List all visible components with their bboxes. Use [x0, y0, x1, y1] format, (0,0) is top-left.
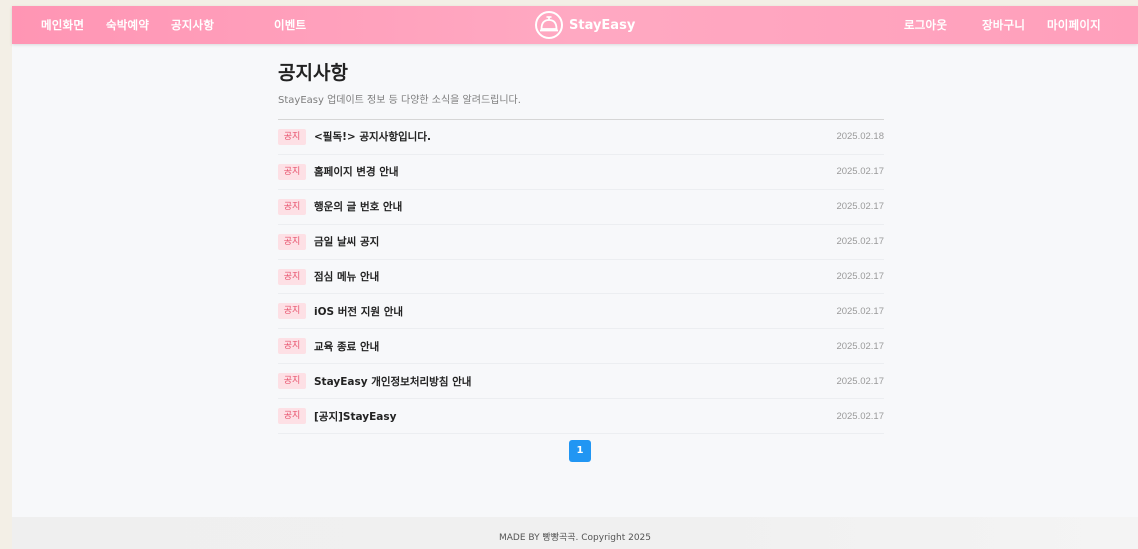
notice-date: 2025.02.17 — [836, 201, 884, 213]
notice-title[interactable]: <필독!> 공지사항입니다. — [314, 129, 431, 144]
notice-row[interactable]: 공지 StayEasy 개인정보처리방침 안내 2025.02.17 — [278, 364, 884, 400]
notice-title[interactable]: 금일 날씨 공지 — [314, 234, 379, 249]
nav-link-cart[interactable]: 장바구니 — [982, 17, 1025, 33]
notice-date: 2025.02.17 — [836, 375, 884, 387]
notice-row[interactable]: 공지 홈페이지 변경 안내 2025.02.17 — [278, 155, 884, 190]
notice-badge: 공지 — [278, 408, 306, 425]
notice-title[interactable]: StayEasy 개인정보처리방침 안내 — [314, 374, 471, 389]
notice-title[interactable]: [공지]StayEasy — [314, 409, 396, 424]
nav-link-reservation[interactable]: 숙박예약 — [106, 17, 149, 33]
notice-row[interactable]: 공지 iOS 버전 지원 안내 2025.02.17 — [278, 294, 884, 330]
notice-date: 2025.02.18 — [836, 131, 884, 143]
notice-badge: 공지 — [278, 373, 306, 390]
notice-title[interactable]: 점심 메뉴 안내 — [314, 269, 379, 284]
notice-title[interactable]: 홈페이지 변경 안내 — [314, 164, 399, 179]
nav-link-event[interactable]: 이벤트 — [274, 17, 306, 33]
notice-badge: 공지 — [278, 338, 306, 355]
page-title: 공지사항 — [278, 62, 348, 84]
notice-section: 공지사항 StayEasy 업데이트 정보 등 다양한 소식을 알려드립니다. … — [278, 58, 884, 435]
logo[interactable]: StayEasy — [533, 8, 635, 42]
notice-date: 2025.02.17 — [836, 166, 884, 178]
notice-badge: 공지 — [278, 128, 306, 145]
notice-badge: 공지 — [278, 303, 306, 320]
footer-text: MADE BY 빵빵곡곡. Copyright 2025 — [498, 533, 652, 543]
page-frame: 메인화면 숙박예약 공지사항 이벤트 StayEasy 로그아웃 장바구니 마이… — [12, 6, 1138, 549]
nav-link-logout[interactable]: 로그아웃 — [904, 17, 947, 33]
notice-date: 2025.02.17 — [836, 271, 884, 282]
pagination-page-1-button[interactable]: 1 — [569, 440, 591, 462]
page-description: StayEasy 업데이트 정보 등 다양한 소식을 알려드립니다. — [278, 95, 521, 106]
notice-row[interactable]: 공지 행운의 글 번호 안내 2025.02.17 — [278, 190, 884, 225]
notice-row[interactable]: 공지 금일 날씨 공지 2025.02.17 — [278, 225, 884, 260]
notice-badge: 공지 — [278, 233, 306, 250]
logo-text: StayEasy — [569, 17, 636, 33]
notice-row[interactable]: 공지 [공지]StayEasy 2025.02.17 — [278, 399, 884, 435]
notice-row[interactable]: 공지 <필독!> 공지사항입니다. 2025.02.18 — [278, 120, 884, 155]
notice-badge: 공지 — [278, 268, 306, 285]
nav-link-notice[interactable]: 공지사항 — [171, 17, 214, 33]
notice-title[interactable]: 교육 종료 안내 — [314, 339, 379, 354]
notice-badge: 공지 — [278, 163, 306, 180]
notice-list: 공지 <필독!> 공지사항입니다. 2025.02.18 공지 홈페이지 변경 … — [278, 120, 884, 435]
notice-date: 2025.02.17 — [836, 340, 884, 352]
notice-date: 2025.02.17 — [836, 305, 884, 317]
notice-row[interactable]: 공지 점심 메뉴 안내 2025.02.17 — [278, 260, 884, 295]
notice-date: 2025.02.17 — [836, 236, 884, 248]
nav-link-mypage[interactable]: 마이페이지 — [1047, 17, 1101, 33]
hotel-bell-icon — [535, 11, 563, 39]
notice-row[interactable]: 공지 교육 종료 안내 2025.02.17 — [278, 329, 884, 365]
footer: MADE BY 빵빵곡곡. Copyright 2025 — [12, 517, 1138, 549]
nav-link-home[interactable]: 메인화면 — [41, 17, 84, 33]
navbar: 메인화면 숙박예약 공지사항 이벤트 StayEasy 로그아웃 장바구니 마이… — [12, 6, 1138, 44]
notice-date: 2025.02.17 — [836, 410, 884, 422]
notice-title[interactable]: 행운의 글 번호 안내 — [314, 199, 402, 214]
notice-badge: 공지 — [278, 198, 306, 215]
notice-title[interactable]: iOS 버전 지원 안내 — [314, 304, 403, 319]
